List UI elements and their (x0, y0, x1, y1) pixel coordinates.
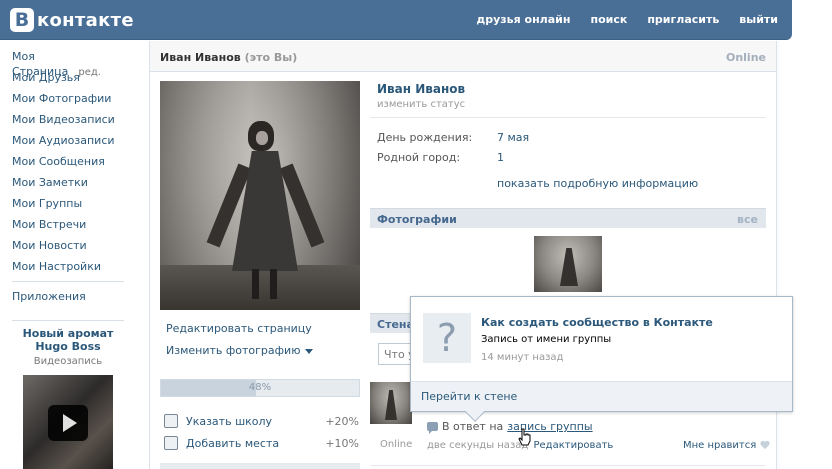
logo-text: контакте (37, 9, 134, 31)
ad-block: Новый аромат Hugo Boss Видеозапись (12, 320, 124, 469)
nav-my-events[interactable]: Мои Встречи (12, 217, 126, 238)
status-divider (370, 117, 766, 118)
photos-section-title[interactable]: Фотографии (377, 213, 457, 226)
change-status-link[interactable]: изменить статус (377, 99, 465, 110)
logo[interactable]: B контакте (10, 8, 134, 32)
places-icon (164, 436, 178, 450)
page-header: Иван Иванов (это Вы) Online (150, 41, 776, 72)
profile-name: Иван Иванов (377, 82, 466, 96)
like-label[interactable]: Мне нравится (683, 440, 756, 451)
left-nav: Моя Страница ред. Мои Друзья Мои Фотограф… (12, 49, 126, 310)
photo-thumbnail[interactable] (534, 236, 602, 292)
wall-post-reply-line: В ответ на запись группы (427, 420, 593, 434)
ad-divider (12, 320, 124, 321)
nav-my-settings[interactable]: Мои Настройки (12, 259, 126, 280)
ad-title[interactable]: Новый аромат Hugo Boss (12, 327, 124, 353)
like-button[interactable]: Мне нравится (683, 440, 770, 451)
birthday-value[interactable]: 7 мая (497, 131, 529, 144)
hand-cursor-icon (518, 428, 532, 446)
nav-my-news[interactable]: Мои Новости (12, 238, 126, 259)
profile-completion-bar: 48% (160, 379, 360, 397)
go-to-wall-link[interactable]: Перейти к стене (421, 390, 517, 403)
info-city: Родной город: 1 (377, 151, 504, 167)
wall-post-time: две секунды назад (427, 440, 529, 451)
profile-completion-label: 48% (248, 382, 272, 393)
nav-apps[interactable]: Приложения (12, 289, 126, 310)
group-post-popup: ? Как создать сообщество в Контакте Запи… (410, 296, 793, 422)
nav-my-photos[interactable]: Мои Фотографии (12, 91, 126, 112)
photos-section-header[interactable]: Фотографии все (370, 208, 766, 228)
popup-footer: Перейти к стене (411, 381, 792, 411)
ad-video-thumbnail[interactable] (23, 375, 113, 469)
nav-my-audio[interactable]: Мои Аудиозаписи (12, 133, 126, 154)
page-title: Иван Иванов (это Вы) (160, 51, 297, 64)
top-header: B контакте друзья онлайн поиск пригласит… (0, 0, 792, 40)
topnav-invite[interactable]: пригласить (647, 13, 719, 26)
online-status: Online (725, 51, 766, 64)
photo-floor (160, 265, 360, 310)
photo-figure-face (256, 131, 268, 145)
nav-my-groups[interactable]: Мои Группы (12, 196, 126, 217)
nav-my-messages[interactable]: Мои Сообщения (12, 154, 126, 175)
top-nav: друзья онлайн поиск пригласить выйти (456, 13, 778, 26)
city-value[interactable]: 1 (497, 151, 504, 164)
thumbnail-figure (560, 248, 578, 286)
play-icon[interactable] (48, 405, 88, 441)
reply-prefix: В ответ на (442, 420, 504, 433)
edit-page-link[interactable]: Редактировать страницу (166, 322, 312, 335)
ad-subtitle: Видеозапись (33, 356, 103, 367)
photos-all-link[interactable]: все (737, 213, 758, 226)
nav-my-notes[interactable]: Мои Заметки (12, 175, 126, 196)
nav-my-friends[interactable]: Мои Друзья (12, 70, 126, 91)
photo-figure-leg (252, 269, 259, 299)
chevron-down-icon[interactable] (305, 348, 314, 354)
topnav-friends-online[interactable]: друзья онлайн (476, 13, 570, 26)
question-mark-icon[interactable]: ? (423, 313, 471, 363)
suggest-school-label[interactable]: Указать школу (186, 415, 325, 428)
school-icon (164, 414, 178, 428)
suggest-school[interactable]: Указать школу +20% (164, 412, 359, 430)
topnav-search[interactable]: поиск (590, 13, 627, 26)
wall-post-avatar[interactable] (370, 382, 412, 424)
change-photo-link[interactable]: Изменить фотографию (166, 344, 314, 357)
nav-my-page[interactable]: Моя Страница ред. (12, 49, 126, 78)
popup-subtitle: Запись от имени группы (481, 334, 612, 345)
city-label: Родной город: (377, 151, 461, 164)
photo-figure-leg (270, 269, 277, 299)
suggest-school-pct: +20% (325, 414, 359, 428)
popup-group-title[interactable]: Как создать сообщество в Контакте (481, 316, 713, 329)
nav-edit-link[interactable]: ред. (78, 67, 101, 78)
logo-badge: B (10, 8, 34, 32)
change-photo-label[interactable]: Изменить фотографию (166, 344, 300, 357)
left-section-bar (160, 463, 360, 469)
nav-divider (12, 281, 124, 282)
profile-photo[interactable] (160, 81, 360, 310)
suggest-places-label[interactable]: Добавить места (186, 437, 325, 450)
page-title-name: Иван Иванов (160, 51, 241, 64)
page-title-note: (это Вы) (244, 51, 298, 64)
suggest-places[interactable]: Добавить места +10% (164, 434, 359, 452)
show-more-info-link[interactable]: показать подробную информацию (497, 177, 698, 190)
birthday-label: День рождения: (377, 131, 473, 144)
avatar-figure (385, 390, 397, 420)
wall-post-online: Online (380, 439, 413, 450)
heart-icon[interactable] (760, 441, 770, 450)
topnav-logout[interactable]: выйти (739, 13, 778, 26)
suggest-places-pct: +10% (325, 436, 359, 450)
wall-post-edit-link[interactable]: Редактировать (534, 440, 614, 451)
comment-icon (427, 422, 438, 434)
popup-time: 14 минут назад (481, 352, 564, 363)
nav-my-videos[interactable]: Мои Видеозаписи (12, 112, 126, 133)
info-birthday: День рождения: 7 мая (377, 131, 529, 147)
wall-section-title[interactable]: Стена (377, 318, 414, 331)
post-divider (370, 465, 766, 466)
